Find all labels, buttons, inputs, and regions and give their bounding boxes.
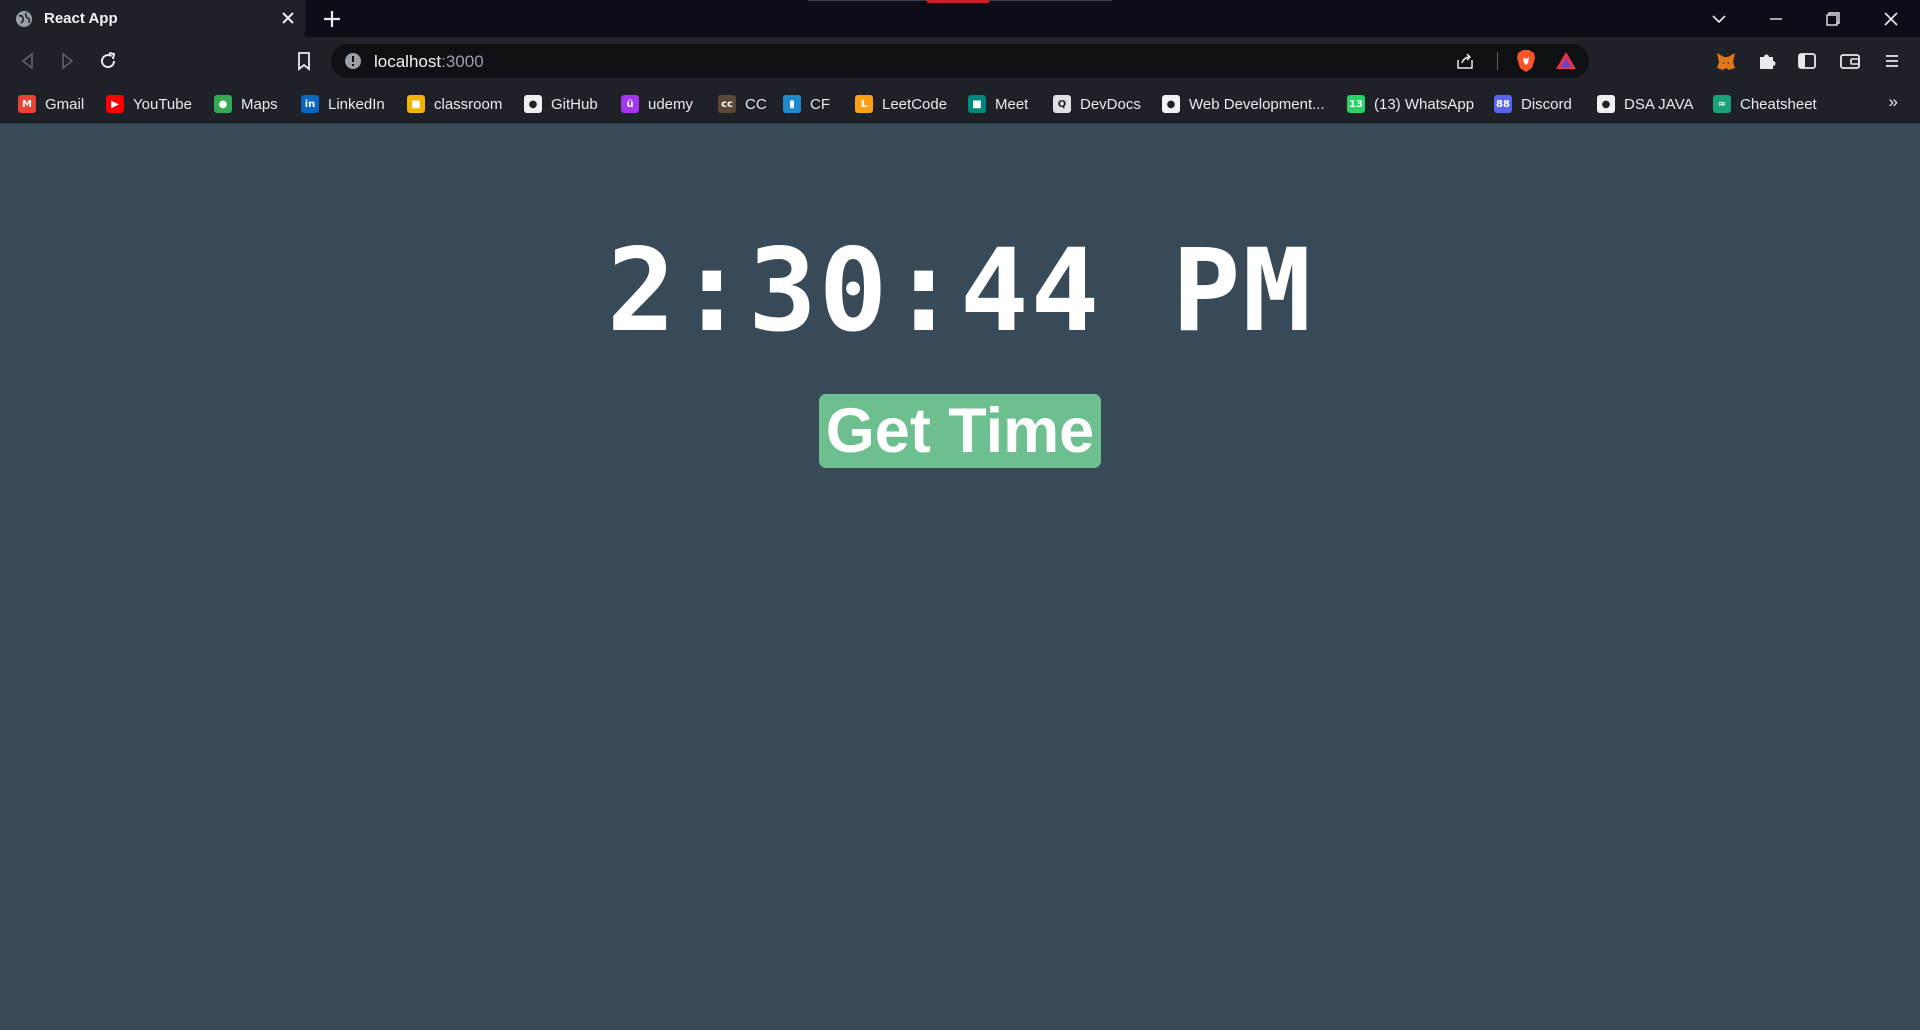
bookmark-item[interactable]: ■ Meet <box>968 92 1028 116</box>
tab-title: React App <box>44 10 118 27</box>
get-time-button[interactable]: Get Time <box>819 394 1101 468</box>
restore-icon[interactable] <box>1819 5 1847 33</box>
bookmark-label: Web Development... <box>1189 95 1325 113</box>
forward-icon[interactable] <box>55 49 79 73</box>
bookmark-label: CF <box>810 95 830 113</box>
cheatsheet-icon: ≈ <box>1713 95 1731 113</box>
bookmark-item[interactable]: ü udemy <box>621 92 693 116</box>
url-text[interactable]: localhost:3000 <box>374 52 484 72</box>
bookmark-label: Cheatsheet <box>1740 95 1817 113</box>
tab-search-icon[interactable] <box>1705 5 1733 33</box>
new-tab-icon[interactable] <box>321 8 343 30</box>
devdocs-icon: Q <box>1053 95 1071 113</box>
bookmark-label: GitHub <box>551 95 598 113</box>
tab-strip: React App <box>0 0 1920 37</box>
udemy-icon: ü <box>621 95 639 113</box>
bookmark-label: Discord <box>1521 95 1572 113</box>
bookmark-item[interactable]: ≈ Cheatsheet <box>1713 92 1817 116</box>
menu-icon[interactable] <box>1880 49 1904 73</box>
browser-toolbar: localhost:3000 <box>0 37 1920 85</box>
wallet-icon[interactable] <box>1838 49 1862 73</box>
browser-tab[interactable]: React App <box>0 0 305 37</box>
linkedin-icon: in <box>301 95 319 113</box>
extensions-icon[interactable] <box>1755 49 1779 73</box>
bookmark-item[interactable]: 88 Discord <box>1494 92 1572 116</box>
bookmark-item[interactable]: ● GitHub <box>524 92 598 116</box>
bookmark-item[interactable]: 13 (13) WhatsApp <box>1347 92 1474 116</box>
bookmark-label: (13) WhatsApp <box>1374 95 1475 113</box>
site-info-icon[interactable] <box>344 52 362 70</box>
close-tab-icon[interactable] <box>278 8 298 28</box>
sidebar-icon[interactable] <box>1795 49 1819 73</box>
meet-icon: ■ <box>968 95 986 113</box>
share-icon[interactable] <box>1455 51 1475 71</box>
bookmark-label: Meet <box>995 95 1029 113</box>
back-icon[interactable] <box>16 49 40 73</box>
youtube-icon: ▶ <box>106 95 124 113</box>
brave-rewards-icon[interactable] <box>1555 50 1577 72</box>
close-window-icon[interactable] <box>1877 5 1905 33</box>
bookmark-label: DSA JAVA <box>1624 95 1694 113</box>
time-display: 2:30:44 PM <box>606 224 1314 357</box>
bookmark-item[interactable]: M Gmail <box>18 92 84 116</box>
bookmark-label: Gmail <box>45 95 85 113</box>
bookmark-label: udemy <box>648 95 694 113</box>
bookmark-item[interactable]: ● Maps <box>214 92 278 116</box>
address-bar-divider <box>1497 52 1498 70</box>
bookmark-item[interactable]: ▶ YouTube <box>106 92 192 116</box>
leetcode-icon: L <box>855 95 873 113</box>
bookmarks-bar: » M Gmail ▶ YouTube ● Maps in LinkedIn ■ classroo… <box>0 85 1920 123</box>
bookmark-label: Maps <box>241 95 278 113</box>
bookmark-item[interactable]: ● DSA JAVA <box>1597 92 1693 116</box>
brave-shields-icon[interactable] <box>1515 49 1537 73</box>
globe-icon <box>16 11 32 27</box>
github-icon: ● <box>1597 95 1615 113</box>
minimize-icon[interactable] <box>1762 5 1790 33</box>
bookmark-item[interactable]: Q DevDocs <box>1053 92 1141 116</box>
codeforces-icon: ▮ <box>783 95 801 113</box>
bookmark-label: LinkedIn <box>328 95 385 113</box>
discord-icon: 88 <box>1494 95 1512 113</box>
github-icon: ● <box>524 95 542 113</box>
address-bar[interactable]: localhost:3000 <box>331 44 1589 78</box>
classroom-icon: ■ <box>407 95 425 113</box>
bookmark-item[interactable]: L LeetCode <box>855 92 947 116</box>
gmail-icon: M <box>18 95 36 113</box>
metamask-extension-icon[interactable] <box>1714 49 1738 73</box>
bookmark-label: classroom <box>434 95 503 113</box>
whatsapp-icon: 13 <box>1347 95 1365 113</box>
bookmark-icon[interactable] <box>292 49 316 73</box>
web-development-icon: ● <box>1162 95 1180 113</box>
media-indicator <box>927 0 989 3</box>
maps-icon: ● <box>214 95 232 113</box>
bookmark-label: CC <box>745 95 767 113</box>
bookmark-label: DevDocs <box>1080 95 1141 113</box>
bookmark-item[interactable]: ▮ CF <box>783 92 830 116</box>
bookmark-label: LeetCode <box>882 95 948 113</box>
codechef-icon: cc <box>718 95 736 113</box>
bookmark-item[interactable]: in LinkedIn <box>301 92 385 116</box>
bookmark-label: YouTube <box>133 95 192 113</box>
more-bookmarks-icon[interactable]: » <box>1889 92 1898 112</box>
reload-icon[interactable] <box>96 49 120 73</box>
bookmark-item[interactable]: ● Web Development... <box>1162 92 1325 116</box>
bookmark-item[interactable]: ■ classroom <box>407 92 502 116</box>
bookmark-item[interactable]: cc CC <box>718 92 767 116</box>
